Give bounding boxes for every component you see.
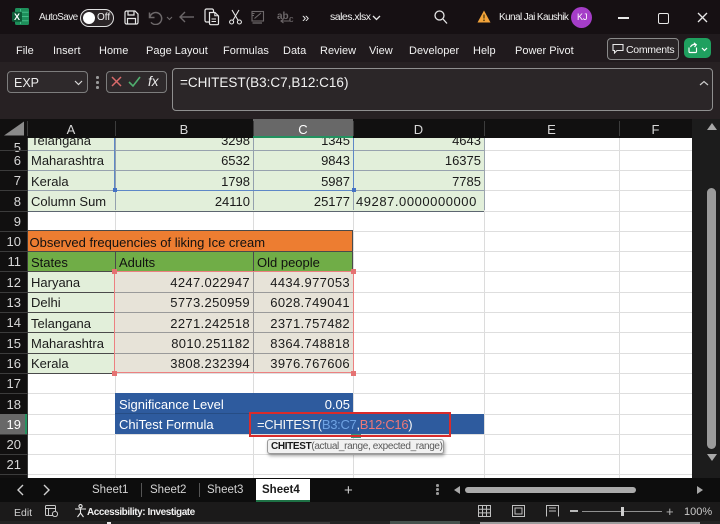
svg-text:X: X — [14, 12, 20, 22]
